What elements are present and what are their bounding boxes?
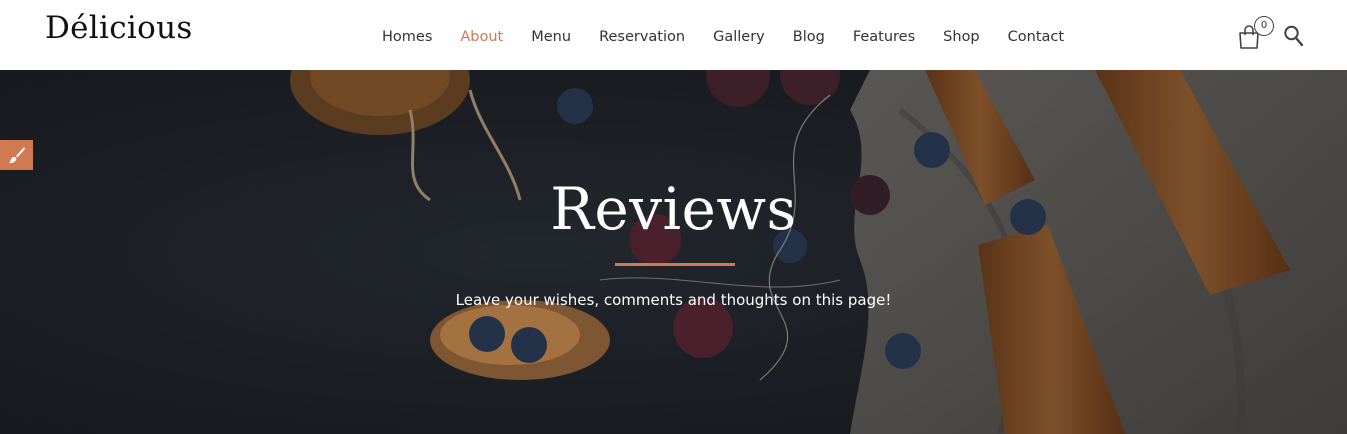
nav-item-gallery: Gallery xyxy=(713,26,765,45)
nav-item-homes: Homes xyxy=(382,26,432,45)
nav-link-reservation[interactable]: Reservation xyxy=(599,29,685,45)
nav-link-contact[interactable]: Contact xyxy=(1008,29,1064,45)
site-logo[interactable]: Délicious xyxy=(45,13,193,44)
nav-item-menu: Menu xyxy=(531,26,571,45)
title-underline xyxy=(615,263,735,266)
page-hero: Reviews Leave your wishes, comments and … xyxy=(0,70,1347,434)
nav-item-reservation: Reservation xyxy=(599,26,685,45)
page-title: Reviews xyxy=(550,175,797,243)
search-icon xyxy=(1284,25,1304,47)
page-subtitle: Leave your wishes, comments and thoughts… xyxy=(455,291,892,309)
nav-link-features[interactable]: Features xyxy=(853,29,915,45)
hero-background-image xyxy=(0,70,1347,434)
main-nav: Homes About Menu Reservation Gallery Blo… xyxy=(368,0,1078,70)
nav-item-features: Features xyxy=(853,26,915,45)
nav-link-about[interactable]: About xyxy=(460,29,503,45)
cart-count-badge: 0 xyxy=(1254,16,1274,36)
style-switcher-button[interactable] xyxy=(0,140,33,170)
paint-brush-icon xyxy=(8,147,25,164)
nav-item-shop: Shop xyxy=(943,26,979,45)
search-button[interactable] xyxy=(1283,24,1305,48)
nav-link-menu[interactable]: Menu xyxy=(531,29,571,45)
nav-item-blog: Blog xyxy=(793,26,825,45)
nav-item-about: About xyxy=(460,26,503,45)
nav-item-contact: Contact xyxy=(1008,26,1064,45)
nav-link-blog[interactable]: Blog xyxy=(793,29,825,45)
nav-link-homes[interactable]: Homes xyxy=(382,29,432,45)
nav-link-shop[interactable]: Shop xyxy=(943,29,979,45)
site-header: Délicious Homes About Menu Reservation G… xyxy=(0,0,1347,70)
nav-link-gallery[interactable]: Gallery xyxy=(713,29,765,45)
